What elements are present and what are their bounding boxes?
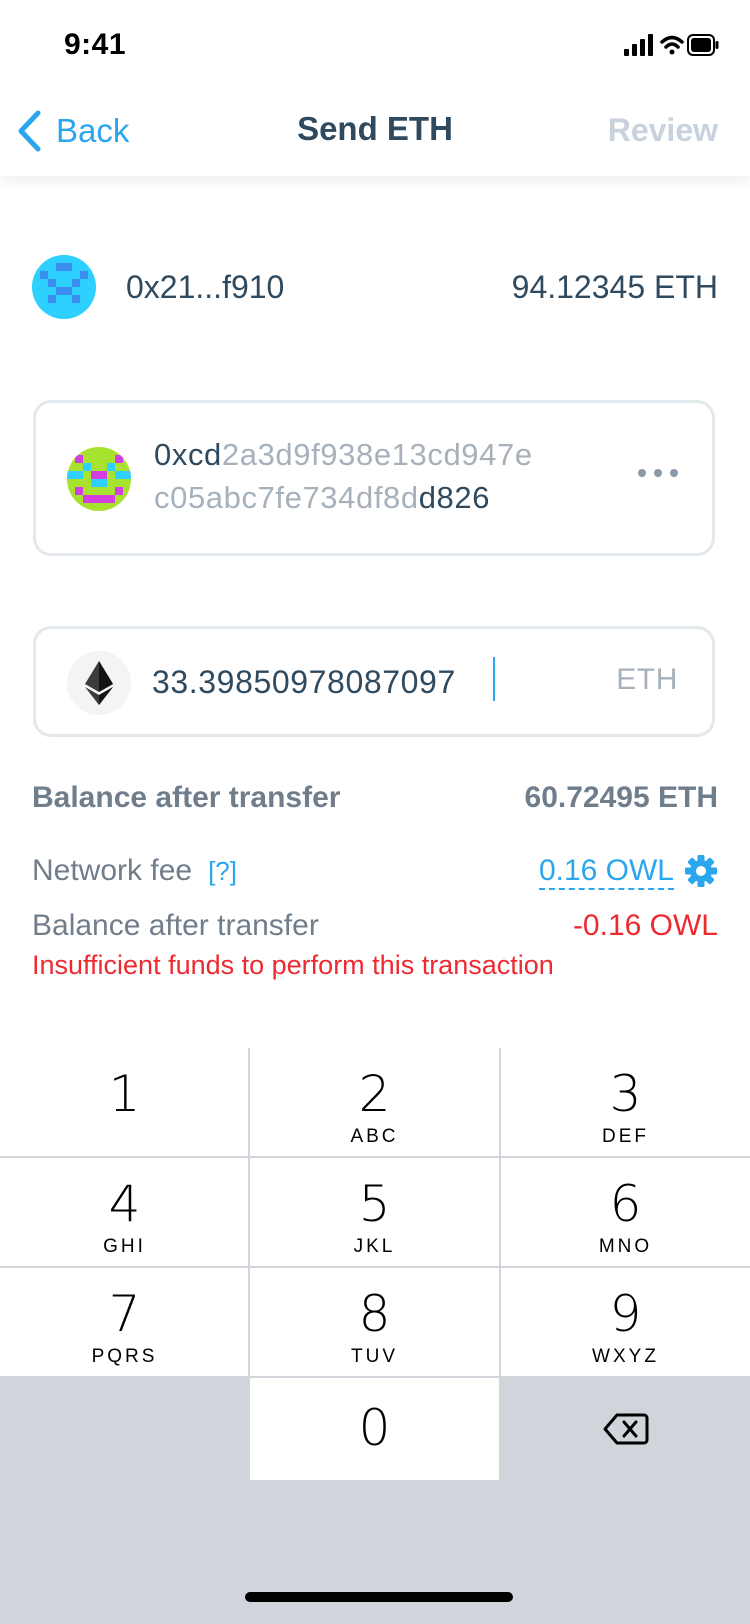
- recipient-avatar: [67, 447, 131, 511]
- key-digit: 4: [108, 1175, 141, 1233]
- key-letters: MNO: [598, 1236, 653, 1257]
- key-letters: JKL: [353, 1236, 396, 1257]
- network-fee-value[interactable]: 0.16 OWL: [538, 854, 674, 890]
- key-letters: GHI: [103, 1236, 146, 1257]
- key-letters: DEF: [602, 1126, 649, 1147]
- address-middle-1: 2a3d9f938e13cd947e: [221, 437, 533, 472]
- text-caret: [493, 657, 495, 701]
- key-digit: 2: [358, 1065, 391, 1123]
- key-2[interactable]: 2 ABC: [250, 1048, 499, 1157]
- amount-card: ETH: [33, 626, 715, 737]
- network-fee-row: Network fee [?] 0.16 OWL: [32, 854, 718, 890]
- chevron-left-icon: [18, 110, 41, 152]
- amount-input[interactable]: [152, 657, 582, 707]
- key-digit: 6: [609, 1175, 642, 1233]
- key-digit: 0: [358, 1399, 391, 1457]
- delete-key[interactable]: [501, 1378, 750, 1480]
- home-indicator: [245, 1592, 513, 1602]
- key-6[interactable]: 6 MNO: [501, 1158, 750, 1267]
- key-1[interactable]: 1: [0, 1048, 249, 1157]
- signal-icon: [624, 34, 653, 56]
- ethereum-icon: [67, 651, 131, 715]
- nav-bar: Back Send ETH Review: [0, 88, 750, 176]
- back-button[interactable]: Back: [16, 110, 129, 152]
- sender-balance: 94.12345 ETH: [511, 269, 718, 305]
- currency-label: ETH: [616, 663, 678, 696]
- key-digit: 9: [609, 1285, 642, 1343]
- wifi-icon: [660, 35, 684, 55]
- recipient-address-line-1: 0xcd2a3d9f938e13cd947e: [154, 433, 533, 476]
- battery-icon: [687, 34, 719, 56]
- key-letters: PQRS: [91, 1346, 158, 1367]
- status-icons: [624, 32, 720, 65]
- more-dot-icon: [670, 469, 678, 477]
- address-suffix: d826: [418, 480, 491, 515]
- key-7[interactable]: 7 PQRS: [0, 1268, 249, 1377]
- address-prefix: 0xcd: [154, 437, 222, 472]
- back-label: Back: [56, 112, 130, 149]
- fee-balance-value: -0.16 OWL: [572, 909, 718, 942]
- key-4[interactable]: 4 GHI: [0, 1158, 249, 1267]
- key-letters: WXYZ: [592, 1346, 659, 1367]
- insufficient-funds-error: Insufficient funds to perform this trans…: [32, 950, 554, 980]
- key-9[interactable]: 9 WXYZ: [501, 1268, 750, 1377]
- key-digit: 8: [358, 1285, 391, 1343]
- balance-after-value: 60.72495 ETH: [524, 781, 718, 814]
- fee-balance-row: Balance after transfer -0.16 OWL: [32, 909, 718, 943]
- fee-balance-label: Balance after transfer: [32, 909, 319, 942]
- balance-after-label: Balance after transfer: [32, 781, 341, 814]
- numeric-keypad: 1 2 ABC 3 DEF 4 GHI 5 JKL 6 MNO 7 PQRS 8…: [0, 1048, 750, 1624]
- status-time: 9:41: [64, 28, 127, 61]
- more-options-button[interactable]: [638, 469, 678, 477]
- more-dot-icon: [654, 469, 662, 477]
- recipient-address: 0xcd2a3d9f938e13cd947e c05abc7fe734df8dd…: [154, 433, 533, 519]
- sender-account: 0x21...f910 94.12345 ETH: [32, 255, 718, 319]
- key-digit: 3: [609, 1065, 642, 1123]
- key-letters: ABC: [350, 1126, 399, 1147]
- key-digit: 5: [358, 1175, 391, 1233]
- key-digit: 7: [108, 1285, 141, 1343]
- network-fee-label: Network fee: [32, 854, 193, 887]
- review-button[interactable]: Review: [608, 112, 718, 149]
- key-0[interactable]: 0: [250, 1378, 499, 1480]
- key-3[interactable]: 3 DEF: [501, 1048, 750, 1157]
- balance-after-row: Balance after transfer 60.72495 ETH: [32, 781, 718, 815]
- more-dot-icon: [638, 469, 646, 477]
- key-5[interactable]: 5 JKL: [250, 1158, 499, 1267]
- key-8[interactable]: 8 TUV: [250, 1268, 499, 1377]
- network-fee-help-link[interactable]: [?]: [208, 856, 237, 886]
- recipient-card[interactable]: 0xcd2a3d9f938e13cd947e c05abc7fe734df8dd…: [33, 400, 715, 556]
- recipient-address-line-2: c05abc7fe734df8dd826: [154, 476, 533, 519]
- key-digit: 1: [108, 1065, 141, 1123]
- status-bar: 9:41: [0, 0, 750, 88]
- backspace-icon: [603, 1413, 648, 1445]
- gear-icon[interactable]: [684, 854, 718, 893]
- sender-avatar: [32, 255, 96, 319]
- address-middle-2: c05abc7fe734df8d: [154, 480, 419, 515]
- sender-address: 0x21...f910: [126, 269, 285, 305]
- key-letters: TUV: [351, 1346, 398, 1367]
